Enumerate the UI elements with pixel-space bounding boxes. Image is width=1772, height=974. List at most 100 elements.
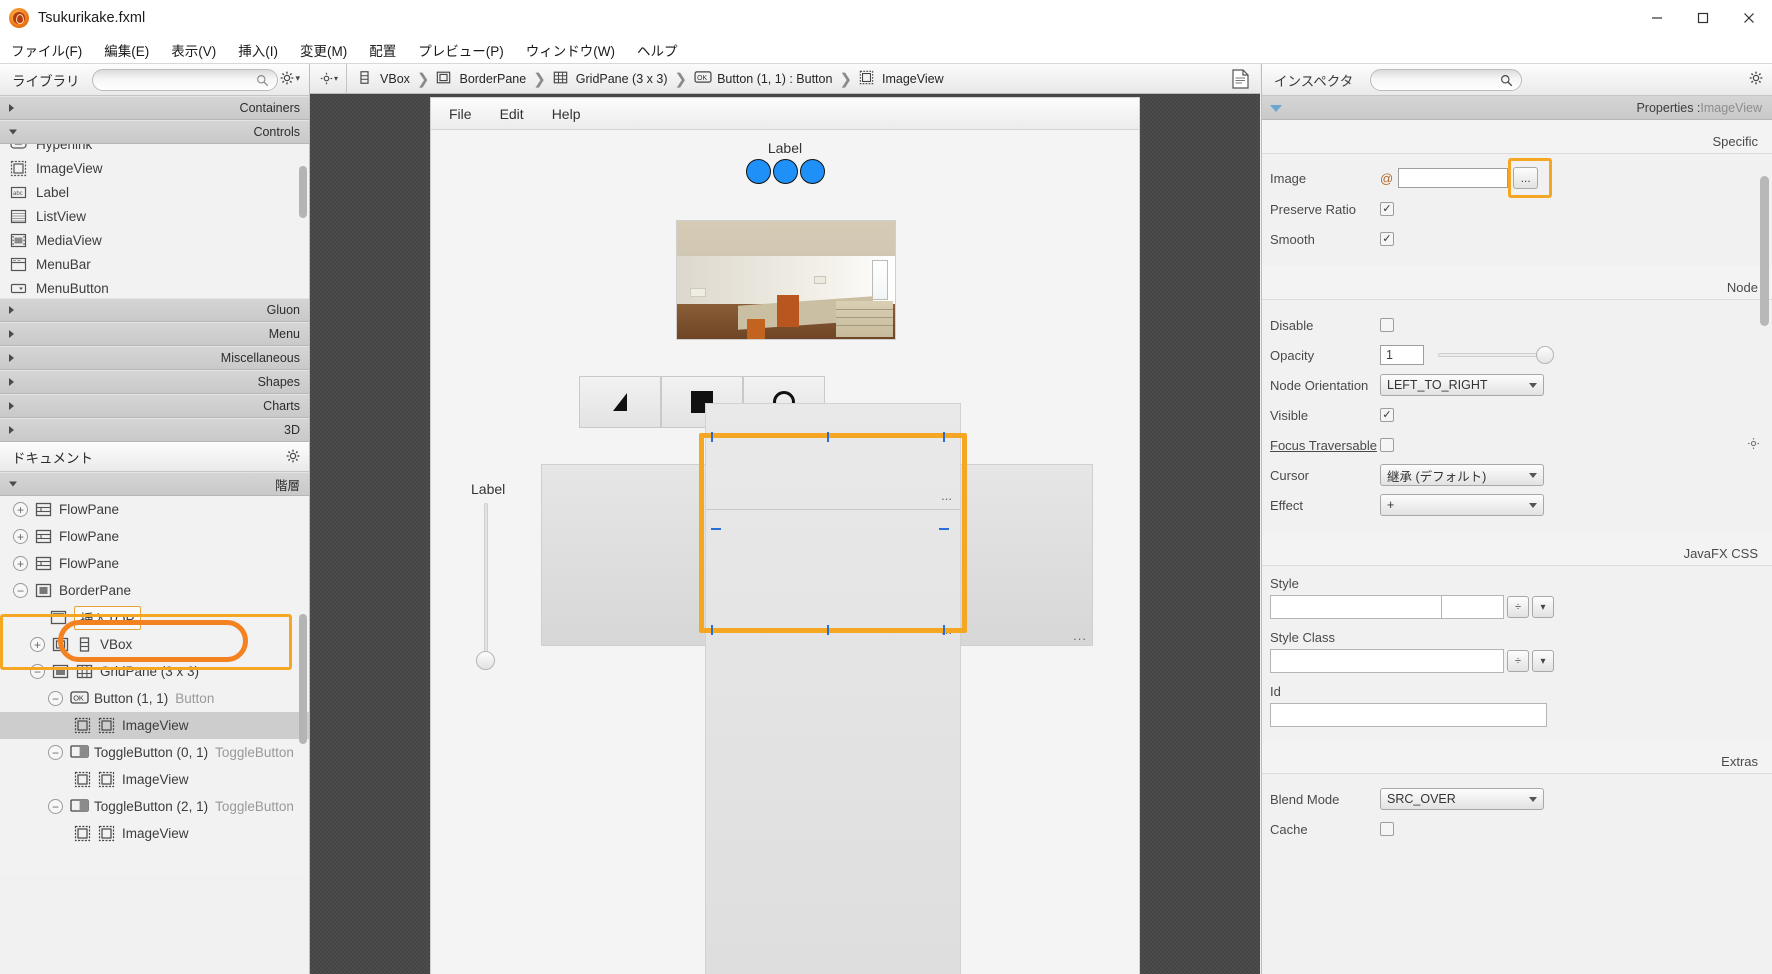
breadcrumb-item-vbox[interactable]: VBox	[357, 70, 410, 87]
preview-menu-help[interactable]: Help	[552, 106, 581, 122]
style-divide-button[interactable]: ÷	[1507, 596, 1529, 618]
library-section-controls[interactable]: Controls	[0, 120, 309, 144]
tree-node-flowpane-3[interactable]: + FlowPane	[0, 550, 309, 577]
library-item-label[interactable]: abc Label	[0, 180, 309, 204]
library-section-charts[interactable]: Charts	[0, 394, 309, 418]
tree-node-imageview-selected[interactable]: ImageView	[0, 712, 309, 739]
library-item-menubar[interactable]: MenuBar	[0, 252, 309, 276]
vertical-slider-track[interactable]	[484, 503, 488, 655]
opacity-slider[interactable]	[1438, 346, 1554, 364]
tree-node-insert-top[interactable]: 挿入TOP	[0, 604, 309, 631]
tree-node-togglebutton-2-1[interactable]: − ToggleButton (2, 1) ToggleButton	[0, 793, 309, 820]
preview-menu-edit[interactable]: Edit	[500, 106, 524, 122]
library-section-miscellaneous[interactable]: Miscellaneous	[0, 346, 309, 370]
library-scrollbar-thumb[interactable]	[299, 166, 307, 218]
image-browse-button[interactable]: ...	[1513, 167, 1539, 189]
visible-checkbox[interactable]: ✓	[1380, 408, 1394, 422]
breadcrumb-item-button[interactable]: OK Button (1, 1) : Button	[694, 70, 832, 87]
expander-plus-icon[interactable]: +	[13, 529, 28, 544]
opacity-input[interactable]: 1	[1380, 345, 1424, 365]
library-item-imageview[interactable]: ImageView	[0, 156, 309, 180]
document-options-button[interactable]	[286, 449, 300, 463]
expander-minus-icon[interactable]: −	[48, 691, 63, 706]
cursor-combo[interactable]: 継承 (デフォルト)	[1380, 464, 1544, 486]
tree-node-borderpane[interactable]: − BorderPane	[0, 577, 309, 604]
inspector-search-input[interactable]	[1370, 69, 1522, 91]
library-item-list[interactable]: Hyperlink ImageView abc Label ListView M…	[0, 144, 309, 298]
library-section-menu[interactable]: Menu	[0, 322, 309, 346]
expander-minus-icon[interactable]: −	[13, 583, 28, 598]
image-path-input[interactable]	[1398, 168, 1509, 188]
breadcrumb-item-borderpane[interactable]: BorderPane	[436, 70, 526, 87]
blend-mode-combo[interactable]: SRC_OVER	[1380, 788, 1544, 810]
tree-node-flowpane-2[interactable]: + FlowPane	[0, 523, 309, 550]
cache-checkbox[interactable]	[1380, 822, 1394, 836]
tree-node-vbox[interactable]: + VBox	[0, 631, 309, 658]
node-orientation-combo[interactable]: LEFT_TO_RIGHT	[1380, 374, 1544, 396]
menu-modify[interactable]: 変更(M)	[289, 37, 358, 63]
tree-node-imageview-3[interactable]: ImageView	[0, 820, 309, 847]
tree-node-button-1-1[interactable]: − OK Button (1, 1) Button	[0, 685, 309, 712]
expander-plus-icon[interactable]: +	[13, 502, 28, 517]
menu-arrange[interactable]: 配置	[358, 37, 407, 63]
library-item-menubutton[interactable]: MenuButton	[0, 276, 309, 298]
focus-traversable-checkbox[interactable]	[1380, 438, 1394, 452]
breadcrumb-options-button[interactable]: ▾	[320, 72, 338, 85]
vertical-slider-knob[interactable]	[476, 651, 495, 670]
style-class-divide-button[interactable]: ÷	[1507, 650, 1529, 672]
breadcrumb-item-imageview[interactable]: ImageView	[859, 70, 944, 87]
tree-node-flowpane-1[interactable]: + FlowPane	[0, 496, 309, 523]
hierarchy-scrollbar-thumb[interactable]	[299, 614, 307, 744]
menu-help[interactable]: ヘルプ	[626, 37, 689, 63]
minimize-button[interactable]	[1634, 0, 1680, 36]
menu-preview[interactable]: プレビュー(P)	[407, 37, 515, 63]
library-options-button[interactable]: ▾	[280, 71, 300, 85]
library-item-hyperlink[interactable]: Hyperlink	[0, 144, 309, 156]
library-section-containers[interactable]: Containers	[0, 96, 309, 120]
menu-view[interactable]: 表示(V)	[160, 37, 227, 63]
document-section-hierarchy[interactable]: 階層	[0, 472, 309, 496]
design-canvas[interactable]: File Edit Help Label Label ... ... ...	[310, 95, 1260, 974]
expander-minus-icon[interactable]: −	[30, 664, 45, 679]
library-search-input[interactable]	[92, 69, 278, 91]
preview-menu-file[interactable]: File	[449, 106, 472, 122]
menu-file[interactable]: ファイル(F)	[0, 37, 93, 63]
effect-combo[interactable]: +	[1380, 494, 1544, 516]
inspector-properties-bar[interactable]: Properties : ImageView	[1262, 96, 1772, 120]
expander-minus-icon[interactable]: −	[48, 745, 63, 760]
library-section-3d[interactable]: 3D	[0, 418, 309, 442]
close-button[interactable]	[1726, 0, 1772, 36]
menu-window[interactable]: ウィンドウ(W)	[515, 37, 626, 63]
smooth-checkbox[interactable]: ✓	[1380, 232, 1394, 246]
disable-checkbox[interactable]	[1380, 318, 1394, 332]
library-section-shapes[interactable]: Shapes	[0, 370, 309, 394]
expander-plus-icon[interactable]: +	[30, 637, 45, 652]
preview-stage[interactable]: File Edit Help Label Label ... ... ...	[431, 98, 1139, 974]
tree-node-togglebutton-0-1[interactable]: − ToggleButton (0, 1) ToggleButton	[0, 739, 309, 766]
style-input[interactable]	[1270, 595, 1442, 619]
library-section-gluon[interactable]: Gluon	[0, 298, 309, 322]
maximize-button[interactable]	[1680, 0, 1726, 36]
expander-minus-icon[interactable]: −	[48, 799, 63, 814]
preserve-ratio-checkbox[interactable]: ✓	[1380, 202, 1394, 216]
preview-popup-panel[interactable]: ... ...	[705, 403, 961, 974]
menu-insert[interactable]: 挿入(I)	[227, 37, 289, 63]
id-input[interactable]	[1270, 703, 1547, 727]
style-class-dropdown-button[interactable]: ▾	[1532, 650, 1554, 672]
inspector-options-button[interactable]	[1749, 71, 1763, 85]
property-label-focus-traversable[interactable]: Focus Traversable	[1270, 438, 1380, 453]
library-item-mediaview[interactable]: MediaView	[0, 228, 309, 252]
style-dropdown-button[interactable]: ▾	[1532, 596, 1554, 618]
document-preview-button[interactable]	[1231, 69, 1250, 92]
breadcrumb-item-gridpane[interactable]: GridPane (3 x 3)	[553, 70, 668, 87]
tree-node-gridpane[interactable]: − GridPane (3 x 3)	[0, 658, 309, 685]
expander-plus-icon[interactable]: +	[13, 556, 28, 571]
style-class-input[interactable]	[1270, 649, 1504, 673]
focus-traversable-settings-button[interactable]	[1747, 437, 1760, 453]
tree-node-imageview-2[interactable]: ImageView	[0, 766, 309, 793]
hierarchy-tree[interactable]: + FlowPane + FlowPane + FlowPane − Borde…	[0, 496, 309, 875]
togglebutton-left[interactable]	[579, 376, 661, 428]
style-secondary-input[interactable]	[1442, 595, 1504, 619]
inspector-scrollbar-thumb[interactable]	[1760, 176, 1769, 326]
menu-edit[interactable]: 編集(E)	[93, 37, 160, 63]
